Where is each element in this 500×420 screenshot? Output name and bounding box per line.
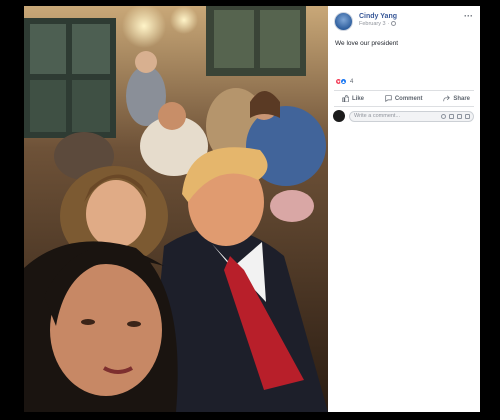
reaction-count: 4 — [350, 78, 354, 85]
more-options-button[interactable]: ··· — [464, 11, 473, 21]
comment-label: Comment — [394, 95, 423, 102]
share-button[interactable]: Share — [443, 95, 470, 102]
author-name[interactable]: Cindy Yang — [359, 13, 397, 21]
globe-icon — [391, 21, 397, 27]
post-header: Cindy Yang February 3 · ··· — [328, 6, 480, 31]
comment-placeholder: Write a comment... — [354, 113, 401, 119]
post-actions: Like Comment Share — [328, 91, 480, 106]
reactions-summary[interactable]: ♥ ▲ 4 — [328, 47, 480, 85]
comment-button[interactable]: Comment — [385, 95, 423, 102]
emoji-icon[interactable] — [441, 113, 446, 119]
viewer-avatar — [333, 110, 345, 122]
post-date[interactable]: February 3 — [359, 21, 386, 27]
post-meta: February 3 · — [359, 21, 397, 27]
post-text: We love our president — [335, 40, 399, 47]
post-sidebar: Cindy Yang February 3 · ··· We love our … — [328, 6, 480, 412]
photo-viewer: Cindy Yang February 3 · ··· We love our … — [24, 6, 480, 412]
share-label: Share — [453, 95, 470, 102]
comment-composer: Write a comment... — [328, 107, 480, 122]
like-label: Like — [352, 95, 365, 102]
camera-icon[interactable] — [449, 113, 454, 119]
like-button[interactable]: Like — [342, 95, 364, 102]
comment-input[interactable]: Write a comment... — [349, 110, 474, 122]
like-icon: ▲ — [340, 78, 347, 85]
comment-icon — [385, 95, 392, 102]
post-photo[interactable] — [24, 6, 328, 412]
gif-icon[interactable] — [457, 113, 462, 119]
thumbs-up-icon — [342, 95, 349, 102]
photo-image — [24, 6, 328, 412]
author-avatar[interactable] — [334, 12, 353, 31]
share-icon — [443, 95, 451, 102]
sticker-icon[interactable] — [465, 113, 470, 119]
